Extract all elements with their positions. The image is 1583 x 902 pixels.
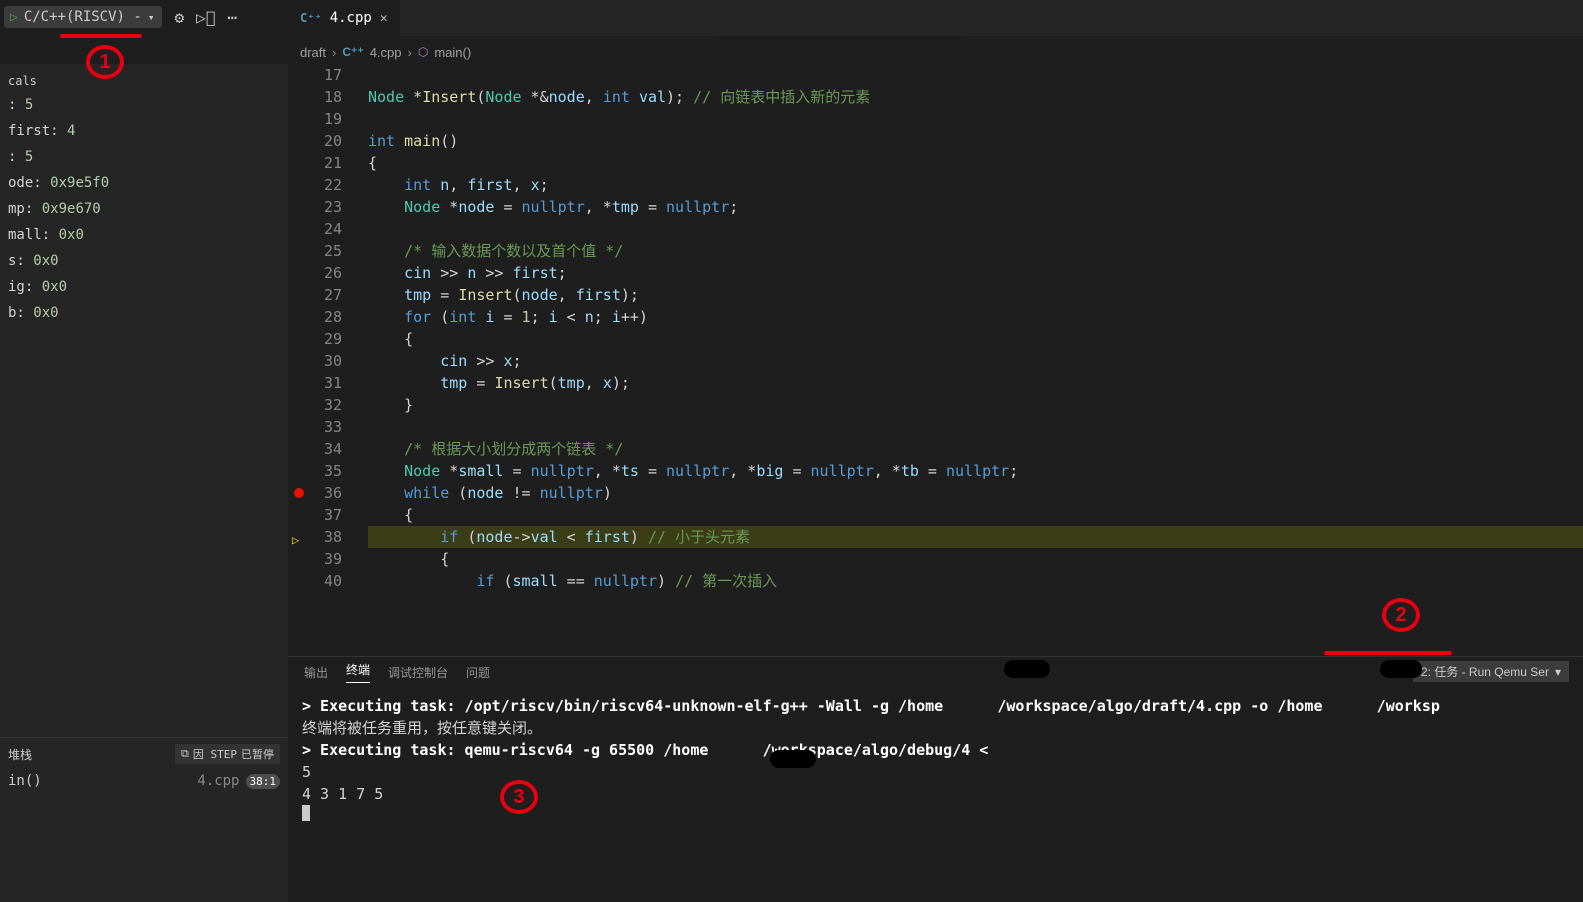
cpp-file-icon: C⁺⁺ [300, 11, 322, 25]
panel-tab-bar: 输出 终端 调试控制台 问题 2: 任务 - Run Qemu Ser ▾ [288, 657, 1583, 687]
launch-json-button[interactable]: ▷⃞ [196, 8, 215, 27]
local-variable-row[interactable]: mall: 0x0 [0, 222, 288, 248]
cpp-file-icon: C⁺⁺ [342, 45, 363, 59]
more-menu-button[interactable]: ⋯ [227, 8, 237, 27]
local-variable-row[interactable]: b: 0x0 [0, 300, 288, 326]
frame-line-badge: 38:1 [246, 774, 281, 789]
chevron-down-icon: ▾ [1555, 665, 1561, 679]
callstack-title[interactable]: 堆栈 [8, 746, 32, 763]
local-variable-row[interactable]: ig: 0x0 [0, 274, 288, 300]
chevron-icon: › [408, 45, 412, 60]
close-tab-button[interactable]: ✕ [380, 11, 388, 26]
breadcrumb[interactable]: draft › C⁺⁺ 4.cpp › ⬡ main() [300, 40, 1583, 64]
settings-button[interactable]: ⚙ [174, 8, 184, 27]
chevron-icon: › [332, 45, 336, 60]
tab-filename: 4.cpp [330, 10, 372, 26]
terminal-selector-label: 2: 任务 - Run Qemu Ser [1421, 663, 1549, 680]
terminal-tab[interactable]: 终端 [346, 661, 370, 683]
terminal-selector[interactable]: 2: 任务 - Run Qemu Ser ▾ [1413, 661, 1569, 682]
local-variable-row[interactable]: ode: 0x9e5f0 [0, 170, 288, 196]
editor-tab-bar: C⁺⁺ 4.cpp ✕ [288, 0, 1583, 36]
callstack-panel: 堆栈 ⧉ 因 STEP 已暂停 in() 4.cpp 38:1 [0, 737, 288, 792]
breadcrumb-file: 4.cpp [370, 45, 402, 60]
function-icon: ⬡ [418, 45, 428, 59]
frame-function: in() [8, 773, 42, 789]
pause-status-badge: ⧉ 因 STEP 已暂停 [175, 744, 280, 764]
terminal-output[interactable]: > Executing task: /opt/riscv/bin/riscv64… [288, 687, 1583, 902]
local-variable-row[interactable]: mp: 0x9e670 [0, 196, 288, 222]
breadcrumb-symbol: main() [434, 45, 471, 60]
bottom-panel: 输出 终端 调试控制台 问题 2: 任务 - Run Qemu Ser ▾ > … [288, 656, 1583, 902]
debug-config-selector[interactable]: ▷ C/C++(RISCV) - ▾ [4, 6, 162, 28]
editor-tab[interactable]: C⁺⁺ 4.cpp ✕ [288, 0, 401, 36]
run-icon: ▷ [10, 10, 18, 25]
output-tab[interactable]: 输出 [304, 664, 328, 681]
debug-config-label: C/C++(RISCV) - [24, 9, 142, 25]
local-variable-row[interactable]: : 5 [0, 92, 288, 118]
variables-panel: cals : 5first: 4: 5ode: 0x9e5f0mp: 0x9e6… [0, 64, 288, 902]
local-variable-row[interactable]: first: 4 [0, 118, 288, 144]
locals-section-header[interactable]: cals [0, 70, 288, 92]
frame-file: 4.cpp [197, 773, 239, 789]
chevron-down-icon: ▾ [148, 11, 155, 24]
stack-frame-row[interactable]: in() 4.cpp 38:1 [0, 770, 288, 792]
problems-tab[interactable]: 问题 [466, 664, 490, 681]
code-editor[interactable]: 1718192021222324252627282930313233343536… [288, 64, 1583, 656]
debug-console-tab[interactable]: 调试控制台 [388, 664, 448, 681]
local-variable-row[interactable]: : 5 [0, 144, 288, 170]
breadcrumb-folder: draft [300, 45, 326, 60]
local-variable-row[interactable]: s: 0x0 [0, 248, 288, 274]
